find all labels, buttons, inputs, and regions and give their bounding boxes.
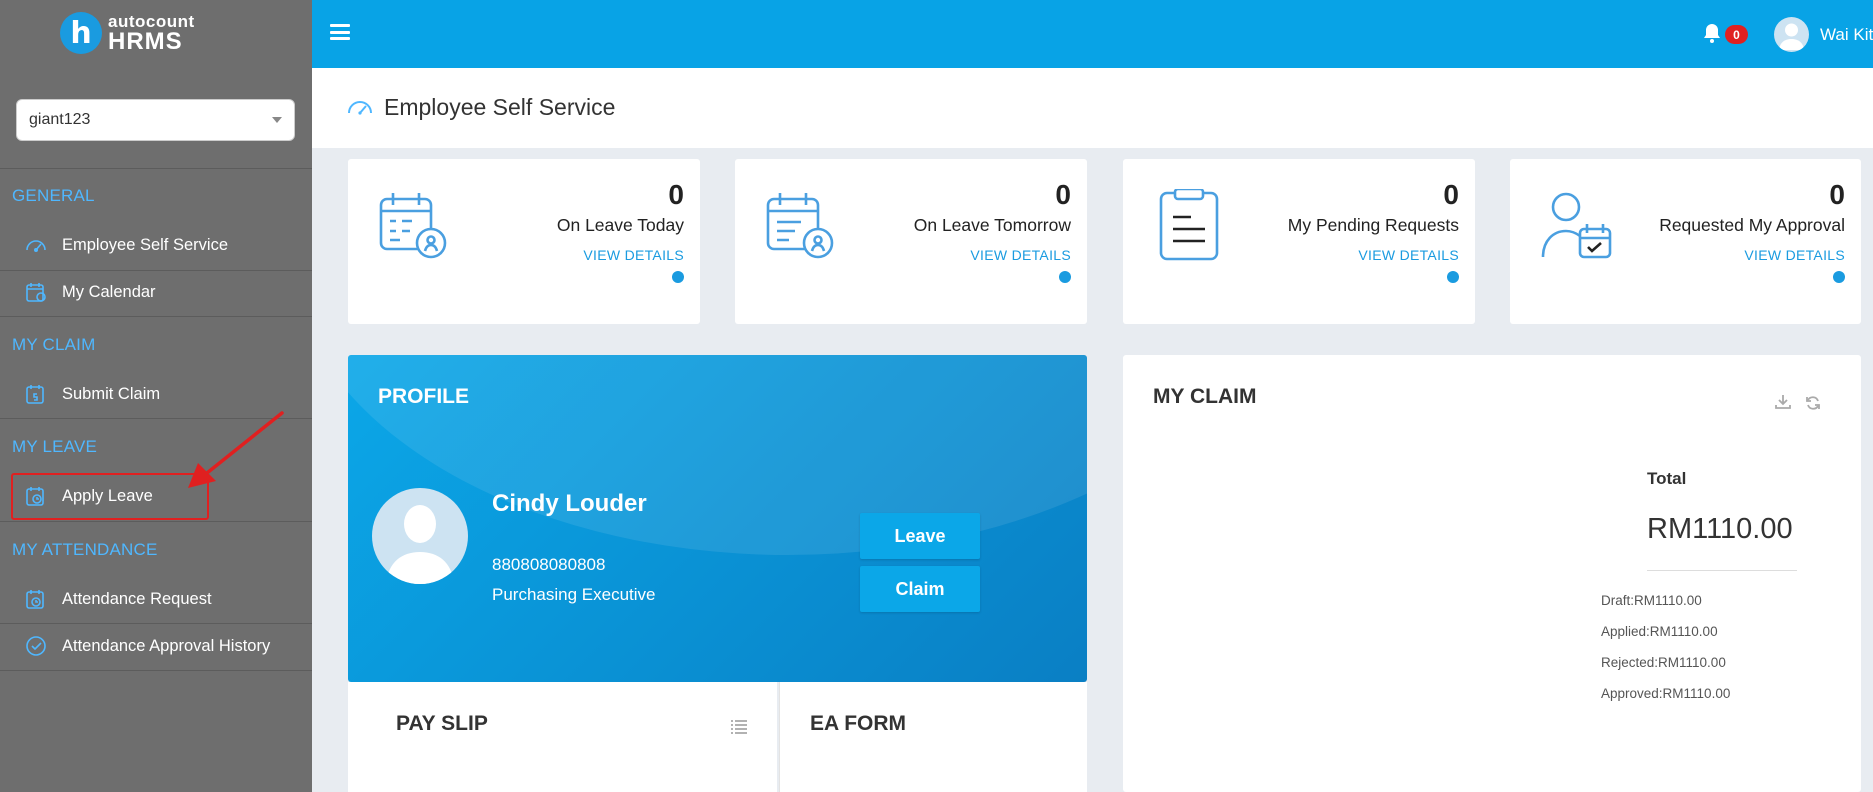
view-details-link[interactable]: VIEW DETAILS [1358,247,1459,263]
clipboard-icon [1159,189,1219,261]
calendar-person-icon [26,283,46,302]
arrow-circle-right-icon[interactable] [1447,271,1459,283]
circle-check-icon [26,636,46,656]
view-details-link[interactable]: VIEW DETAILS [583,247,684,263]
sidebar-item-my-calendar[interactable]: My Calendar [0,269,312,315]
nav-section-my-claim: MY CLAIM [12,335,96,354]
sidebar-item-attendance-approval-history[interactable]: Attendance Approval History [0,623,312,669]
sidebar-item-attendance-request[interactable]: Attendance Request [0,576,312,622]
payslip-panel: PAY SLIP [348,682,777,792]
claim-rejected: Rejected:RM1110.00 [1601,655,1726,670]
stat-value: 0 [1443,179,1459,210]
ea-form-title: EA FORM [810,712,907,735]
leave-button[interactable]: Leave [860,513,980,559]
view-details-link[interactable]: VIEW DETAILS [1744,247,1845,263]
nav-section-my-attendance: MY ATTENDANCE [12,540,158,559]
ea-form-panel: EA FORM [779,682,1087,792]
bell-icon[interactable] [1702,22,1722,44]
claim-draft: Draft:RM1110.00 [1601,593,1702,608]
caret-down-icon [272,117,282,123]
claim-total-value: RM1110.00 [1647,513,1793,545]
avatar [372,488,468,584]
stat-label: Requested My Approval [1659,215,1845,235]
arrow-circle-right-icon[interactable] [672,271,684,283]
profile-card: PROFILE Cindy Louder 880808080808 Purcha… [348,355,1087,682]
stat-value: 0 [668,179,684,210]
avatar[interactable] [1774,17,1809,52]
profile-position: Purchasing Executive [492,585,656,604]
calendar-money-icon [26,385,44,404]
view-details-link[interactable]: VIEW DETAILS [970,247,1071,263]
stat-card-requested-my-approval: 0 Requested My Approval VIEW DETAILS [1510,159,1861,324]
stat-value: 0 [1055,179,1071,210]
annotation-arrow-icon [188,411,284,488]
page-header: Employee Self Service [312,68,1873,148]
sidebar-item-label: My Calendar [62,282,156,301]
stat-label: On Leave Today [556,215,684,235]
user-name[interactable]: Wai Kit [1820,25,1873,45]
profile-id: 880808080808 [492,555,606,574]
autocount-hrms-logo[interactable]: h autocount HRMS [60,12,195,54]
claim-approved: Approved:RM1110.00 [1601,686,1731,701]
company-select[interactable]: giant123 [16,99,295,141]
arrow-circle-right-icon[interactable] [1833,271,1845,283]
calendar-person-icon [379,193,447,259]
arrow-circle-right-icon[interactable] [1059,271,1071,283]
sidebar-item-employee-self-service[interactable]: Employee Self Service [0,222,312,268]
gauge-icon [348,101,372,115]
stat-card-on-leave-today: 0 On Leave Today VIEW DETAILS [348,159,700,324]
stat-label: My Pending Requests [1287,215,1459,235]
divider [1647,570,1797,571]
logo-badge: h [60,12,102,54]
stat-card-on-leave-tomorrow: 0 On Leave Tomorrow VIEW DETAILS [735,159,1087,324]
company-select-value: giant123 [29,111,91,128]
divider [0,168,312,169]
logo-product: HRMS [108,27,183,55]
divider [0,521,312,522]
my-claim-title: MY CLAIM [1153,385,1257,408]
sidebar-item-label: Employee Self Service [62,235,228,254]
notification-count-badge: 0 [1725,25,1748,44]
divider [0,670,312,671]
my-claim-panel: MY CLAIM Total RM1110.00 Draft:RM1110.00… [1123,355,1861,792]
claim-total-label: Total [1647,469,1687,488]
topbar: 0 Wai Kit [312,0,1873,68]
stat-value: 0 [1829,179,1845,210]
divider [0,316,312,317]
download-icon[interactable] [1775,395,1791,409]
menu-toggle-icon[interactable] [330,24,350,40]
logo-brand: autocount [108,11,195,31]
page-title: Employee Self Service [384,94,616,120]
user-calendar-check-icon [1541,192,1612,259]
calendar-list-icon [766,193,834,259]
stat-card-my-pending-requests: 0 My Pending Requests VIEW DETAILS [1123,159,1475,324]
sidebar: h autocount HRMS giant123 GENERAL Employ… [0,0,312,792]
calendar-clock-icon [26,590,44,609]
profile-name: Cindy Louder [492,490,647,517]
list-icon[interactable] [731,720,747,734]
sidebar-item-label: Attendance Approval History [62,636,271,655]
payslip-title: PAY SLIP [396,712,488,735]
nav-section-my-leave: MY LEAVE [12,437,98,456]
nav-section-general: GENERAL [12,186,95,205]
profile-title: PROFILE [378,385,470,408]
stat-label: On Leave Tomorrow [913,215,1071,235]
gauge-icon [26,240,46,253]
claim-applied: Applied:RM1110.00 [1601,624,1718,639]
claim-button[interactable]: Claim [860,566,980,612]
sidebar-item-label: Attendance Request [62,589,212,608]
refresh-icon[interactable] [1805,395,1821,411]
sidebar-item-label: Submit Claim [62,384,161,403]
